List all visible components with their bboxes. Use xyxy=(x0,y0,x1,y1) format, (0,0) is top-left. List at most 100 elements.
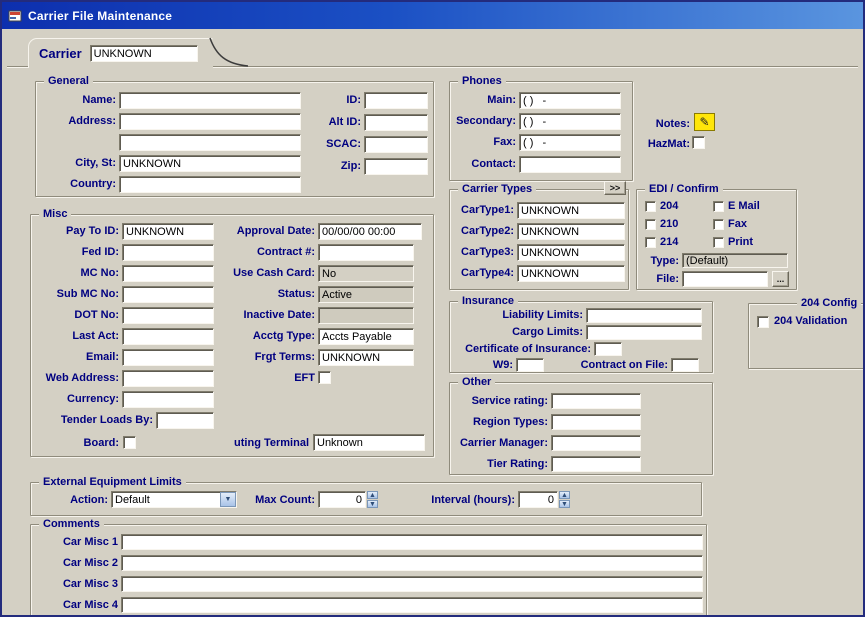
edi-type-value[interactable] xyxy=(682,253,788,268)
car-misc-3-input[interactable] xyxy=(121,576,703,592)
certificate-of-insurance-input[interactable] xyxy=(594,342,622,356)
dot-no-input[interactable] xyxy=(122,307,214,324)
main-phone-input[interactable] xyxy=(519,92,621,109)
city-st-label: City, St: xyxy=(36,155,116,172)
hazmat-checkbox[interactable] xyxy=(692,136,705,149)
204-validation-label: 204 Validation xyxy=(774,313,847,330)
id-label: ID: xyxy=(301,92,361,109)
mc-no-input[interactable] xyxy=(122,265,214,282)
car-misc-1-input[interactable] xyxy=(121,534,703,550)
contract-on-file-input[interactable] xyxy=(671,358,699,372)
acctg-type-input[interactable] xyxy=(318,328,414,345)
pay-to-id-input[interactable] xyxy=(122,223,214,240)
carrier-id-input[interactable] xyxy=(90,45,198,62)
secondary-phone-input[interactable] xyxy=(519,113,621,130)
approval-date-input[interactable] xyxy=(318,223,422,240)
interval-hours-input[interactable] xyxy=(518,491,558,508)
web-address-label: Web Address: xyxy=(31,370,119,387)
interval-spin-up-icon[interactable]: ▲ xyxy=(559,491,570,499)
car-misc-1-label: Car Misc 1 xyxy=(51,534,118,551)
board-checkbox[interactable] xyxy=(123,436,136,449)
eft-checkbox[interactable] xyxy=(318,371,331,384)
max-count-input[interactable] xyxy=(318,491,366,508)
edi-204-checkbox[interactable]: 204 xyxy=(645,200,678,212)
main-phone-label: Main: xyxy=(450,92,516,109)
edi-confirm-group: EDI / Confirm 204 210 214 E Mail Fax Pri… xyxy=(636,189,797,290)
tier-rating-input[interactable] xyxy=(551,456,641,472)
frgt-terms-input[interactable] xyxy=(318,349,414,366)
fax-phone-input[interactable] xyxy=(519,134,621,151)
edi-210-label: 210 xyxy=(660,218,678,230)
external-equipment-limits-group: External Equipment Limits Action: ▼ Max … xyxy=(30,482,702,516)
service-rating-input[interactable] xyxy=(551,393,641,409)
insurance-group: Insurance Liability Limits: Cargo Limits… xyxy=(449,301,713,373)
checkbox-box xyxy=(645,237,656,248)
cargo-limits-input[interactable] xyxy=(586,325,702,340)
contact-label: Contact: xyxy=(450,156,516,173)
city-st-input[interactable] xyxy=(119,155,301,172)
web-address-input[interactable] xyxy=(122,370,214,387)
email-input[interactable] xyxy=(122,349,214,366)
edi-email-checkbox[interactable]: E Mail xyxy=(713,200,760,212)
interval-spin-down-icon[interactable]: ▼ xyxy=(559,500,570,508)
car-misc-2-input[interactable] xyxy=(121,555,703,571)
notes-icon[interactable]: ✎ xyxy=(694,113,715,131)
liability-limits-label: Liability Limits: xyxy=(460,308,583,323)
country-label: Country: xyxy=(36,176,116,193)
edi-210-checkbox[interactable]: 210 xyxy=(645,218,678,230)
liability-limits-input[interactable] xyxy=(586,308,702,323)
scac-input[interactable] xyxy=(364,136,428,153)
cargo-limits-label: Cargo Limits: xyxy=(460,325,583,340)
cartype2-input[interactable] xyxy=(517,223,625,240)
contract-on-file-label: Contract on File: xyxy=(568,358,668,373)
carrier-file-maintenance-window: Carrier File Maintenance Carrier General… xyxy=(0,0,865,617)
misc-group-title: Misc xyxy=(39,207,71,222)
edi-fax-label: Fax xyxy=(728,218,747,230)
id-input[interactable] xyxy=(364,92,428,109)
zip-input[interactable] xyxy=(364,158,428,175)
address1-input[interactable] xyxy=(119,113,301,130)
cartype4-input[interactable] xyxy=(517,265,625,282)
use-cash-card-value[interactable] xyxy=(318,265,414,282)
204-validation-checkbox[interactable] xyxy=(757,316,769,328)
edi-file-input[interactable] xyxy=(682,271,768,287)
region-types-input[interactable] xyxy=(551,414,641,430)
name-input[interactable] xyxy=(119,92,301,109)
checkbox-box xyxy=(713,201,724,212)
last-act-label: Last Act: xyxy=(31,328,119,345)
region-types-label: Region Types: xyxy=(450,414,548,431)
edi-type-label: Type: xyxy=(637,253,679,270)
cartype3-input[interactable] xyxy=(517,244,625,261)
routing-terminal-label: uting Terminal xyxy=(211,435,309,452)
contact-input[interactable] xyxy=(519,156,621,173)
eft-label: EFT xyxy=(211,370,315,387)
max-count-spin-up-icon[interactable]: ▲ xyxy=(367,491,378,499)
email-label: Email: xyxy=(31,349,119,366)
sub-mc-no-label: Sub MC No: xyxy=(31,286,119,303)
fed-id-input[interactable] xyxy=(122,244,214,261)
last-act-input[interactable] xyxy=(122,328,214,345)
address2-input[interactable] xyxy=(119,134,301,151)
currency-input[interactable] xyxy=(122,391,214,408)
sub-mc-no-input[interactable] xyxy=(122,286,214,303)
routing-terminal-input[interactable] xyxy=(313,434,425,451)
tab-carrier[interactable]: Carrier xyxy=(28,38,213,68)
edi-print-checkbox[interactable]: Print xyxy=(713,236,753,248)
car-misc-4-input[interactable] xyxy=(121,597,703,613)
country-input[interactable] xyxy=(119,176,301,193)
edi-file-browse-button[interactable]: ... xyxy=(772,271,789,287)
tender-loads-by-input[interactable] xyxy=(156,412,214,429)
carrier-manager-input[interactable] xyxy=(551,435,641,451)
cartype1-input[interactable] xyxy=(517,202,625,219)
contract-number-input[interactable] xyxy=(318,244,414,261)
mc-no-label: MC No: xyxy=(31,265,119,282)
carrier-types-expand-button[interactable]: >> xyxy=(604,181,626,195)
w9-input[interactable] xyxy=(516,358,544,372)
edi-fax-checkbox[interactable]: Fax xyxy=(713,218,747,230)
contract-number-label: Contract #: xyxy=(211,244,315,261)
max-count-spin-down-icon[interactable]: ▼ xyxy=(367,500,378,508)
edi-204-label: 204 xyxy=(660,200,678,212)
alt-id-input[interactable] xyxy=(364,114,428,131)
tab-carrier-label: Carrier xyxy=(39,46,82,61)
edi-214-checkbox[interactable]: 214 xyxy=(645,236,678,248)
